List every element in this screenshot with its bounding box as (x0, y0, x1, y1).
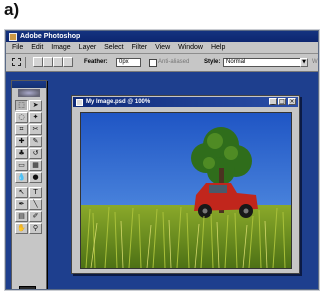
maximize-button[interactable]: □ (278, 98, 286, 105)
type-tool-icon[interactable]: T (29, 187, 42, 198)
app-title-bar: Adobe Photoshop (6, 31, 318, 42)
healing-brush-tool-icon[interactable]: ✚ (15, 136, 28, 147)
photoshop-eye-logo-icon (18, 89, 40, 97)
menu-filter[interactable]: Filter (132, 42, 148, 53)
eraser-tool-icon[interactable]: ▭ (15, 160, 28, 171)
toolbox-grip[interactable] (12, 81, 46, 88)
photoshop-window: Adobe Photoshop File Edit Image Layer Se… (5, 30, 319, 290)
document-title-bar[interactable]: My Image.psd @ 100% _ □ × (73, 97, 298, 107)
history-brush-tool-icon[interactable]: ↺ (29, 148, 42, 159)
clone-stamp-tool-icon[interactable]: ♣ (15, 148, 28, 159)
move-tool-icon[interactable]: ➤ (29, 100, 42, 111)
menu-window[interactable]: Window (178, 42, 203, 53)
menu-help[interactable]: Help (211, 42, 225, 53)
antialiased-checkbox[interactable] (149, 59, 157, 67)
path-selection-tool-icon[interactable]: ↖ (15, 187, 28, 198)
menu-file[interactable]: File (12, 42, 23, 53)
brush-tool-icon[interactable]: ✎ (29, 136, 42, 147)
intersect-selection-button[interactable] (63, 57, 73, 67)
figure-label: a) (4, 0, 20, 19)
menu-image[interactable]: Image (51, 42, 70, 53)
feather-input[interactable]: 0px (116, 58, 141, 67)
marquee-preset-icon[interactable] (12, 58, 21, 66)
notes-tool-icon[interactable]: ▤ (15, 211, 28, 222)
image-canvas[interactable] (80, 112, 292, 269)
eyedropper-tool-icon[interactable]: ✐ (29, 211, 42, 222)
antialiased-label: Anti-aliased (158, 59, 190, 65)
document-window: My Image.psd @ 100% _ □ × (71, 95, 300, 274)
app-title: Adobe Photoshop (20, 33, 81, 40)
minimize-button[interactable]: _ (269, 98, 277, 105)
style-select[interactable]: Normal (223, 58, 308, 67)
crop-tool-icon[interactable]: ⌗ (15, 124, 28, 135)
menu-bar: File Edit Image Layer Select Filter View… (6, 42, 318, 54)
blur-tool-icon[interactable]: 💧 (15, 172, 28, 183)
add-selection-button[interactable] (43, 57, 53, 67)
close-button[interactable]: × (288, 98, 296, 105)
toolbox: ⬚ ➤ ◌ ✦ ⌗ ✂ ✚ ✎ ♣ ↺ ▭ ▦ 💧 ● ↖ T ✒ ╲ ▤ ✐ ✋ ⚲ (11, 80, 47, 289)
menu-select[interactable]: Select (104, 42, 123, 53)
dodge-tool-icon[interactable]: ● (29, 172, 42, 183)
lasso-tool-icon[interactable]: ◌ (15, 112, 28, 123)
feather-label: Feather: (84, 59, 108, 65)
width-label: W (312, 59, 318, 65)
gradient-tool-icon[interactable]: ▦ (29, 160, 42, 171)
shape-tool-icon[interactable]: ╲ (29, 199, 42, 210)
document-title: My Image.psd @ 100% (86, 99, 151, 105)
magic-wand-tool-icon[interactable]: ✦ (29, 112, 42, 123)
zoom-tool-icon[interactable]: ⚲ (29, 223, 42, 234)
foreground-color-swatch[interactable] (19, 286, 36, 289)
rectangular-marquee-tool-icon[interactable]: ⬚ (15, 100, 28, 111)
style-select-value: Normal (226, 59, 246, 65)
menu-edit[interactable]: Edit (31, 42, 43, 53)
options-bar: Feather: 0px Anti-aliased Style: Normal … (6, 54, 318, 72)
document-icon (76, 99, 83, 106)
subtract-selection-button[interactable] (53, 57, 63, 67)
style-label: Style: (204, 59, 221, 65)
menu-layer[interactable]: Layer (79, 42, 97, 53)
pen-tool-icon[interactable]: ✒ (15, 199, 28, 210)
hand-tool-icon[interactable]: ✋ (15, 223, 28, 234)
photoshop-logo-icon (9, 33, 17, 41)
chevron-down-icon[interactable]: ▼ (300, 58, 308, 67)
menu-view[interactable]: View (155, 42, 170, 53)
divider (25, 57, 26, 68)
new-selection-button[interactable] (33, 57, 43, 67)
landscape-photo (81, 113, 291, 268)
slice-tool-icon[interactable]: ✂ (29, 124, 42, 135)
